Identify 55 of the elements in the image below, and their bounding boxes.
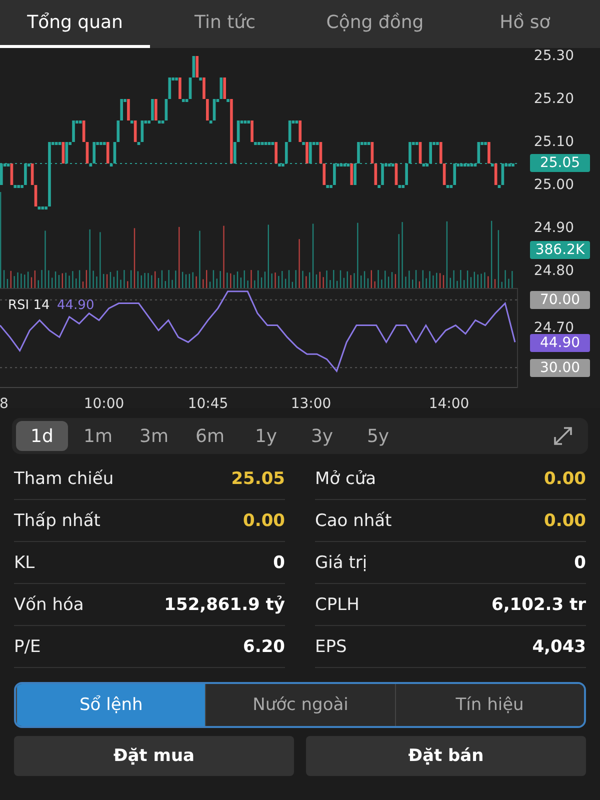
tab[interactable]: Tin tức [150,0,300,48]
stat-label: Vốn hóa [14,594,84,614]
stat-label: KL [14,552,35,572]
time-axis-label: 13:00 [290,396,332,412]
order-button[interactable]: Đặt mua [14,736,294,776]
price-tag: 44.90 [530,334,590,352]
price-tag: 386.2K [530,241,590,259]
stat-label: P/E [14,636,41,656]
period-tab[interactable]: 3m [128,421,180,451]
stat-label: Tham chiếu [14,468,114,488]
price-tag: 25.05 [530,154,590,172]
axis-tick-label: 30.00 [530,358,590,377]
stat-label: EPS [315,636,347,656]
indicator-label: RSI 14 [8,298,50,313]
price-axis-label: 24.70 [534,320,574,336]
time-axis-label: 10:45 [188,396,228,412]
axis-tick-label: 70.00 [530,290,590,309]
segment-tab[interactable]: Sổ lệnh [16,684,206,726]
price-axis-label: 25.20 [534,91,574,107]
stat-value: 0 [574,552,586,572]
period-tab[interactable]: 3y [296,421,348,451]
stat-label: Giá trị [315,552,368,572]
stat-label: Thấp nhất [14,510,100,530]
price-axis-label: 25.30 [534,48,574,64]
tab[interactable]: Hồ sơ [450,0,600,48]
stat-value: 25.05 [231,468,285,488]
time-axis-label: 8 [0,396,8,412]
period-tab[interactable]: 1d [16,421,68,451]
indicator-value: 44.90 [57,298,94,313]
expand-icon[interactable] [552,425,574,447]
price-axis-label: 25.10 [534,134,574,150]
period-tab[interactable]: 6m [184,421,236,451]
stat-value: 152,861.9 tỷ [164,594,285,614]
price-axis-label: 24.90 [534,220,574,236]
price-axis-label: 24.80 [534,263,574,279]
segment-tab[interactable]: Nước ngoài [205,684,395,726]
order-button[interactable]: Đặt bán [306,736,586,776]
stat-value: 0.00 [544,510,586,530]
time-axis-label: 10:00 [84,396,124,412]
stat-label: Cao nhất [315,510,392,530]
period-tab[interactable]: 1m [72,421,124,451]
time-axis-label: 14:00 [428,396,470,412]
period-tab[interactable]: 5y [352,421,404,451]
stat-label: CPLH [315,594,360,614]
segment-tab[interactable]: Tín hiệu [394,684,584,726]
period-tab[interactable]: 1y [240,421,292,451]
stat-value: 0.00 [544,468,586,488]
tab[interactable]: Cộng đồng [300,0,450,48]
stat-label: Mở cửa [315,468,376,488]
stat-value: 6.20 [243,636,285,656]
stat-value: 0 [273,552,285,572]
stat-value: 0.00 [243,510,285,530]
stat-value: 4,043 [532,636,586,656]
price-axis-label: 25.00 [534,177,574,193]
stat-value: 6,102.3 tr [492,594,586,614]
